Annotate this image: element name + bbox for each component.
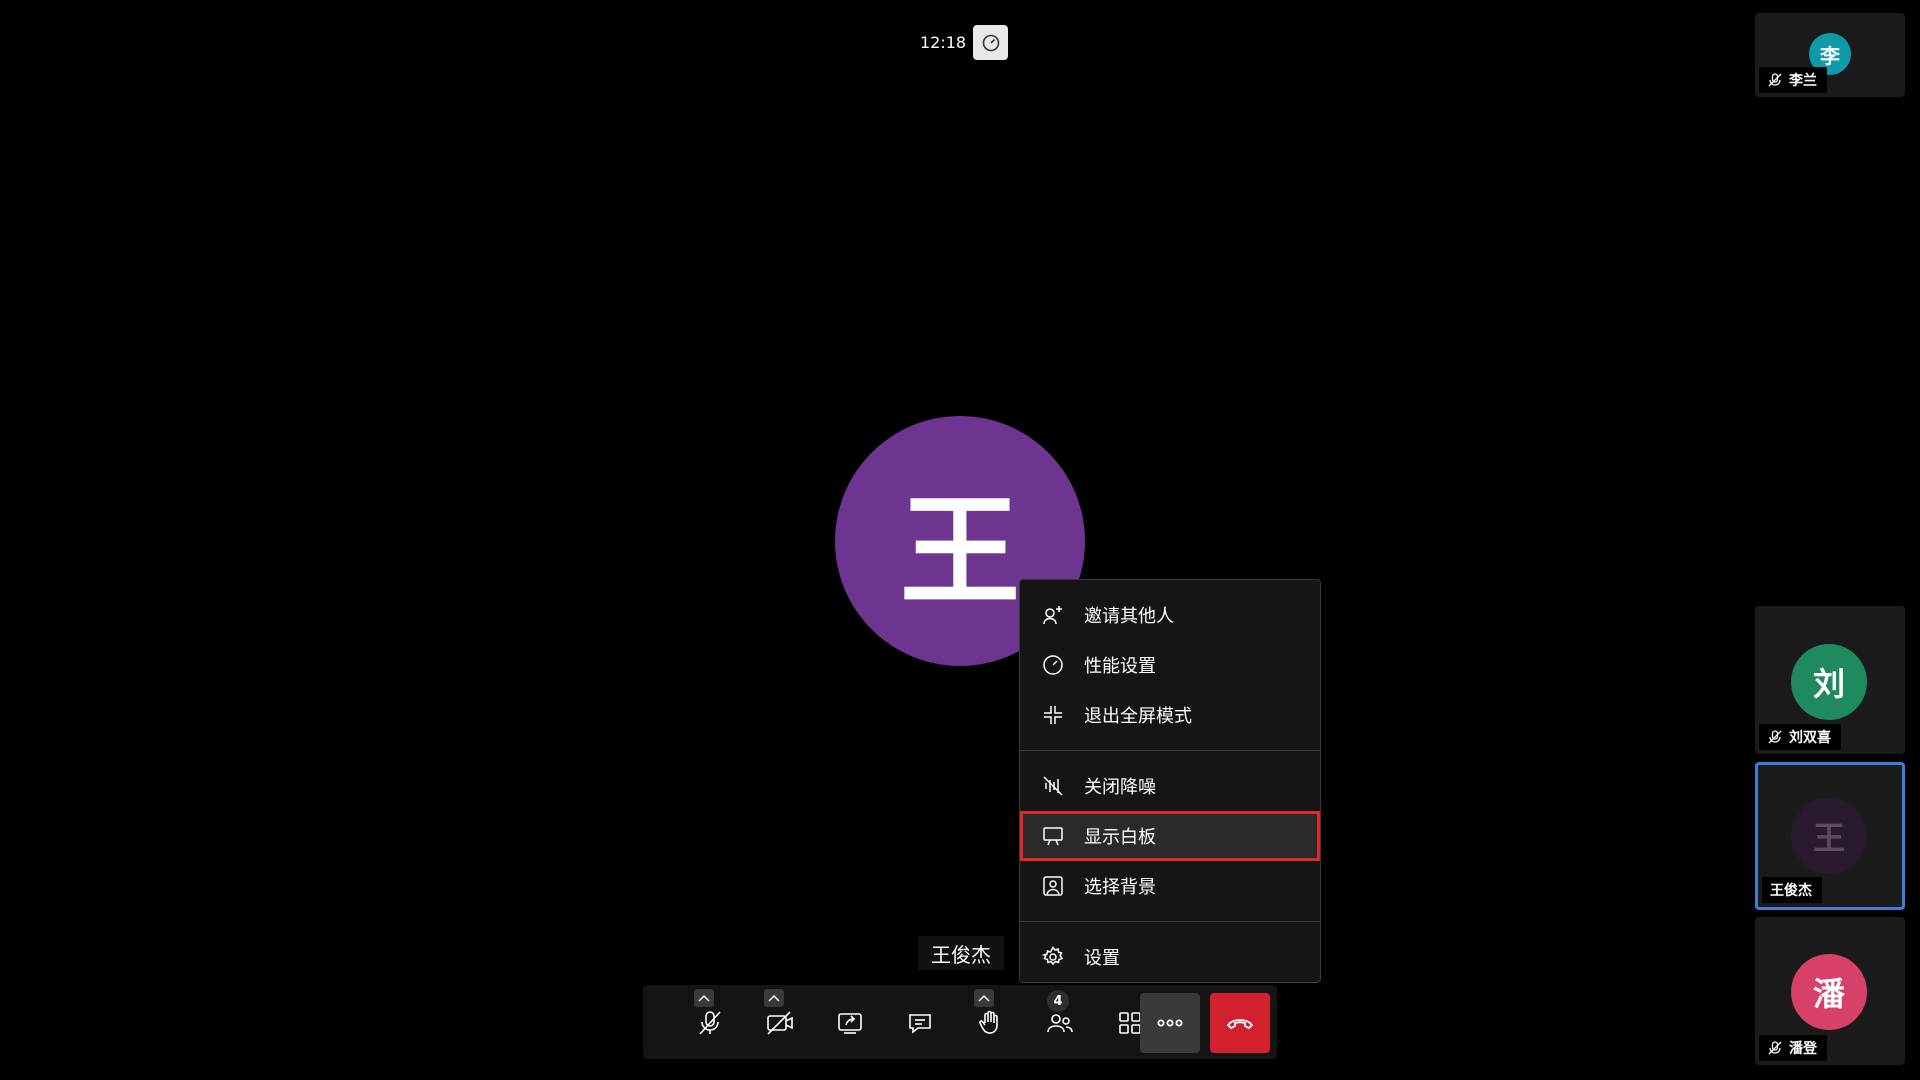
noise-suppression-off-icon bbox=[1040, 773, 1066, 799]
participant-label: 刘双喜 bbox=[1759, 724, 1841, 750]
share-screen-icon bbox=[838, 1013, 862, 1034]
mic-muted-icon bbox=[1768, 1041, 1782, 1055]
menu-divider bbox=[1020, 921, 1320, 922]
call-toolbar: 4 bbox=[643, 985, 1277, 1059]
more-button[interactable] bbox=[1140, 993, 1200, 1053]
gauge-icon bbox=[1040, 652, 1066, 678]
participant-tile[interactable]: 刘 刘双喜 bbox=[1755, 606, 1905, 754]
menu-item-label: 设置 bbox=[1084, 948, 1120, 969]
avatar: 潘 bbox=[1791, 954, 1867, 1030]
gear-icon bbox=[1040, 944, 1066, 970]
menu-item-exit-fullscreen[interactable]: 退出全屏模式 bbox=[1020, 690, 1320, 740]
chevron-up-icon bbox=[768, 994, 780, 1002]
participant-count-badge: 4 bbox=[1047, 990, 1069, 1012]
participant-name: 刘双喜 bbox=[1789, 730, 1831, 746]
participant-label: 潘登 bbox=[1759, 1035, 1827, 1061]
participant-tile[interactable]: 李 李兰 bbox=[1755, 13, 1905, 97]
mic-options-caret[interactable] bbox=[694, 989, 714, 1007]
menu-divider bbox=[1020, 750, 1320, 751]
participant-name: 潘登 bbox=[1789, 1041, 1817, 1057]
participant-tile-self[interactable]: 王 王俊杰 bbox=[1755, 762, 1905, 910]
menu-item-performance[interactable]: 性能设置 bbox=[1020, 640, 1320, 690]
raise-hand-icon bbox=[979, 1010, 998, 1034]
menu-item-background[interactable]: 选择背景 bbox=[1020, 861, 1320, 911]
menu-item-label: 退出全屏模式 bbox=[1084, 706, 1192, 727]
participant-tile[interactable]: 潘 潘登 bbox=[1755, 917, 1905, 1065]
mic-muted-icon bbox=[699, 1011, 721, 1035]
exit-fullscreen-icon bbox=[1040, 702, 1066, 728]
participant-label: 王俊杰 bbox=[1762, 877, 1822, 903]
menu-item-noise-suppression[interactable]: 关闭降噪 bbox=[1020, 761, 1320, 811]
more-options-menu: 邀请其他人 性能设置 退出全屏模式 关闭降噪 显示白板 选择背景 设置 bbox=[1019, 579, 1321, 983]
more-icon bbox=[1157, 1019, 1183, 1027]
hang-up-icon bbox=[1226, 1019, 1254, 1030]
avatar: 刘 bbox=[1791, 644, 1867, 720]
camera-off-icon bbox=[767, 1011, 793, 1035]
participants-icon bbox=[1047, 1014, 1073, 1033]
gauge-icon bbox=[982, 34, 999, 51]
participant-name: 王俊杰 bbox=[1770, 883, 1812, 899]
whiteboard-icon bbox=[1040, 823, 1066, 849]
menu-item-settings[interactable]: 设置 bbox=[1020, 932, 1320, 982]
avatar: 王 bbox=[1791, 798, 1867, 874]
performance-button[interactable] bbox=[973, 25, 1008, 60]
camera-options-caret[interactable] bbox=[764, 989, 784, 1007]
call-timer: 12:18 bbox=[920, 33, 967, 52]
participant-label: 李兰 bbox=[1759, 67, 1827, 93]
menu-item-label: 关闭降噪 bbox=[1084, 777, 1156, 798]
chevron-up-icon bbox=[978, 994, 990, 1002]
hang-up-button[interactable] bbox=[1210, 993, 1270, 1053]
background-image-icon bbox=[1040, 873, 1066, 899]
chevron-up-icon bbox=[698, 994, 710, 1002]
menu-item-label: 选择背景 bbox=[1084, 877, 1156, 898]
mic-muted-icon bbox=[1768, 73, 1782, 87]
mic-muted-icon bbox=[1768, 730, 1782, 744]
menu-item-invite[interactable]: 邀请其他人 bbox=[1020, 590, 1320, 640]
meeting-stage: 12:18 王 王俊杰 邀请其他人 性能设置 退出全屏模式 关闭降噪 显示白板 … bbox=[0, 0, 1920, 1080]
participant-name: 李兰 bbox=[1789, 73, 1817, 89]
chat-icon bbox=[909, 1014, 931, 1034]
reactions-caret[interactable] bbox=[974, 989, 994, 1007]
menu-item-label: 邀请其他人 bbox=[1084, 606, 1174, 627]
main-speaker-name: 王俊杰 bbox=[918, 936, 1004, 970]
add-person-icon bbox=[1040, 602, 1066, 628]
share-screen-button[interactable] bbox=[820, 993, 880, 1053]
menu-item-label: 性能设置 bbox=[1084, 656, 1156, 677]
menu-item-label: 显示白板 bbox=[1084, 827, 1156, 848]
menu-item-whiteboard[interactable]: 显示白板 bbox=[1020, 811, 1320, 861]
chat-button[interactable] bbox=[890, 993, 950, 1053]
